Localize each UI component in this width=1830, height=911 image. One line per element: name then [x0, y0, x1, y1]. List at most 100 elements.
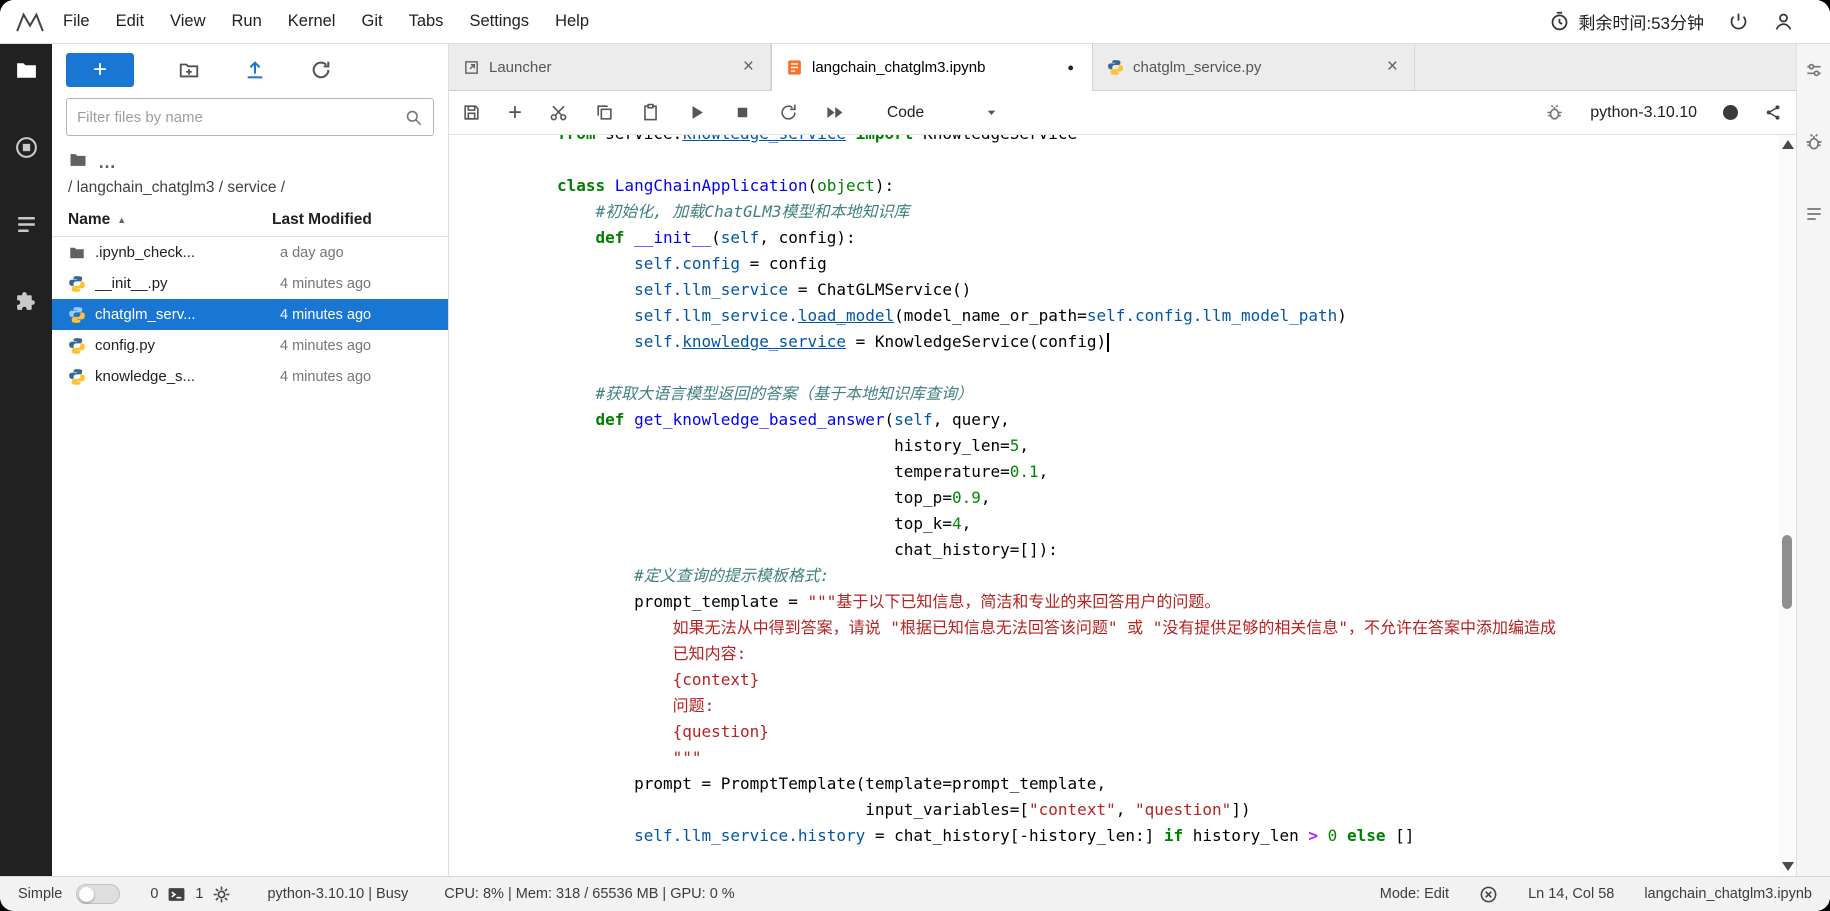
interrupt-kernel-button[interactable] [733, 103, 752, 122]
code-line[interactable]: def get_knowledge_based_answer(self, que… [557, 407, 1779, 433]
filter-files-input[interactable] [77, 109, 404, 126]
code-line[interactable]: temperature=0.1, [557, 459, 1779, 485]
tab-launcher[interactable]: Launcher × [449, 44, 771, 90]
breadcrumb-path[interactable]: / langchain_chatglm3 / service / [68, 179, 432, 197]
user-icon[interactable] [1773, 11, 1794, 32]
code-line[interactable]: top_p=0.9, [557, 485, 1779, 511]
menu-run[interactable]: Run [219, 12, 275, 31]
paste-cells-button[interactable] [641, 103, 660, 122]
code-line[interactable]: prompt_template = """基于以下已知信息，简洁和专业的来回答用… [557, 589, 1779, 615]
kernel-busy-indicator [1723, 105, 1738, 120]
extensions-icon[interactable] [14, 289, 39, 314]
code-line[interactable]: #获取大语言模型返回的答案（基于本地知识库查询） [557, 381, 1779, 407]
unsaved-indicator-icon[interactable]: ● [1063, 62, 1078, 74]
code-line[interactable]: #初始化, 加载ChatGLM3模型和本地知识库 [557, 199, 1779, 225]
upload-icon[interactable] [244, 59, 266, 81]
file-row[interactable]: __init__.py 4 minutes ago [52, 268, 448, 299]
code-line[interactable]: from service.knowledge_service import Kn… [557, 135, 1779, 147]
chevron-down-icon [984, 105, 999, 120]
tab-python-file[interactable]: chatglm_service.py × [1093, 44, 1415, 90]
file-name: chatglm_serv... [95, 306, 280, 323]
simple-mode-toggle[interactable] [76, 884, 120, 904]
code-line[interactable]: #定义查询的提示模板格式: [557, 563, 1779, 589]
share-icon[interactable] [1764, 103, 1783, 122]
property-inspector-icon[interactable] [1804, 60, 1824, 80]
copy-cells-button[interactable] [595, 103, 614, 122]
restart-kernel-button[interactable] [779, 103, 798, 122]
terminal-icon [167, 885, 186, 904]
home-folder-icon[interactable] [68, 150, 88, 175]
close-icon[interactable]: × [1385, 56, 1400, 78]
file-row[interactable]: knowledge_s... 4 minutes ago [52, 361, 448, 392]
circle-x-icon[interactable] [1479, 885, 1498, 904]
running-sessions-status[interactable]: 0 1 [150, 885, 231, 904]
python-icon [68, 306, 86, 324]
menu-kernel[interactable]: Kernel [275, 12, 349, 31]
add-cell-button[interactable]: + [508, 103, 522, 122]
code-line[interactable]: history_len=5, [557, 433, 1779, 459]
code-area[interactable]: from service.knowledge_service import Kn… [449, 135, 1779, 849]
code-line[interactable]: {question} [557, 719, 1779, 745]
status-bar: Simple 0 1 python-3.10.10 | Busy CPU: 8%… [0, 876, 1830, 911]
refresh-icon[interactable] [310, 59, 332, 81]
column-name-label: Name [68, 211, 110, 229]
file-row-selected[interactable]: chatglm_serv... 4 minutes ago [52, 299, 448, 330]
menu-help[interactable]: Help [542, 12, 602, 31]
cut-cells-button[interactable] [549, 103, 568, 122]
scroll-down-icon[interactable] [1782, 862, 1794, 871]
code-line[interactable]: self.llm_service = ChatGLMService() [557, 277, 1779, 303]
power-icon[interactable] [1728, 11, 1749, 32]
toc-icon[interactable] [1804, 204, 1824, 224]
menu-file[interactable]: File [50, 12, 103, 31]
new-launcher-button[interactable]: + [66, 53, 134, 87]
notebook-editor[interactable]: from service.knowledge_service import Kn… [449, 135, 1796, 876]
save-button[interactable] [462, 103, 481, 122]
code-line[interactable]: input_variables=["context", "question"]) [557, 797, 1779, 823]
code-line[interactable]: 问题: [557, 693, 1779, 719]
code-line[interactable]: chat_history=[]): [557, 537, 1779, 563]
menu-settings[interactable]: Settings [456, 12, 542, 31]
cell-type-dropdown[interactable]: Code [887, 104, 999, 122]
code-line[interactable]: 如果无法从中得到答案，请说 "根据已知信息无法回答该问题" 或 "没有提供足够的… [557, 615, 1779, 641]
menu-git[interactable]: Git [348, 12, 395, 31]
code-line[interactable]: 已知内容: [557, 641, 1779, 667]
code-line[interactable] [557, 147, 1779, 173]
running-sessions-icon[interactable] [14, 135, 39, 160]
debugger-icon[interactable] [1804, 132, 1824, 152]
close-icon[interactable]: × [741, 56, 756, 78]
table-of-contents-icon[interactable] [14, 212, 39, 237]
column-last-modified[interactable]: Last Modified [272, 211, 432, 229]
column-name[interactable]: Name ▲ [68, 211, 272, 229]
menu-edit[interactable]: Edit [103, 12, 157, 31]
code-line[interactable]: class LangChainApplication(object): [557, 173, 1779, 199]
code-line[interactable]: prompt = PromptTemplate(template=prompt_… [557, 771, 1779, 797]
code-line[interactable]: self.knowledge_service = KnowledgeServic… [557, 329, 1779, 355]
scrollbar-thumb[interactable] [1782, 535, 1792, 609]
code-line[interactable]: self.llm_service.history = chat_history[… [557, 823, 1779, 849]
file-browser-icon[interactable] [14, 58, 39, 83]
code-line[interactable] [557, 355, 1779, 381]
scroll-up-icon[interactable] [1782, 140, 1794, 149]
breadcrumb-ellipsis[interactable]: … [98, 152, 118, 173]
code-line[interactable]: {context} [557, 667, 1779, 693]
debugger-bug-icon[interactable] [1545, 103, 1564, 122]
menu-view[interactable]: View [157, 12, 218, 31]
run-cell-button[interactable] [687, 103, 706, 122]
code-line[interactable]: self.config = config [557, 251, 1779, 277]
code-line[interactable]: """ [557, 745, 1779, 771]
file-row[interactable]: config.py 4 minutes ago [52, 330, 448, 361]
menu-tabs[interactable]: Tabs [396, 12, 457, 31]
code-line[interactable]: top_k=4, [557, 511, 1779, 537]
tab-notebook[interactable]: langchain_chatglm3.ipynb ● [771, 44, 1093, 91]
new-folder-icon[interactable] [178, 59, 200, 81]
editor-mode[interactable]: Mode: Edit [1380, 886, 1449, 902]
code-line[interactable]: def __init__(self, config): [557, 225, 1779, 251]
kernel-name[interactable]: python-3.10.10 [1590, 104, 1697, 122]
code-line[interactable]: self.llm_service.load_model(model_name_o… [557, 303, 1779, 329]
restart-run-all-button[interactable] [825, 103, 844, 122]
cursor-position[interactable]: Ln 14, Col 58 [1528, 886, 1614, 902]
kernel-status[interactable]: python-3.10.10 | Busy [267, 886, 408, 902]
editor-scrollbar[interactable] [1779, 135, 1796, 876]
file-name: knowledge_s... [95, 368, 280, 385]
file-row[interactable]: .ipynb_check... a day ago [52, 237, 448, 268]
